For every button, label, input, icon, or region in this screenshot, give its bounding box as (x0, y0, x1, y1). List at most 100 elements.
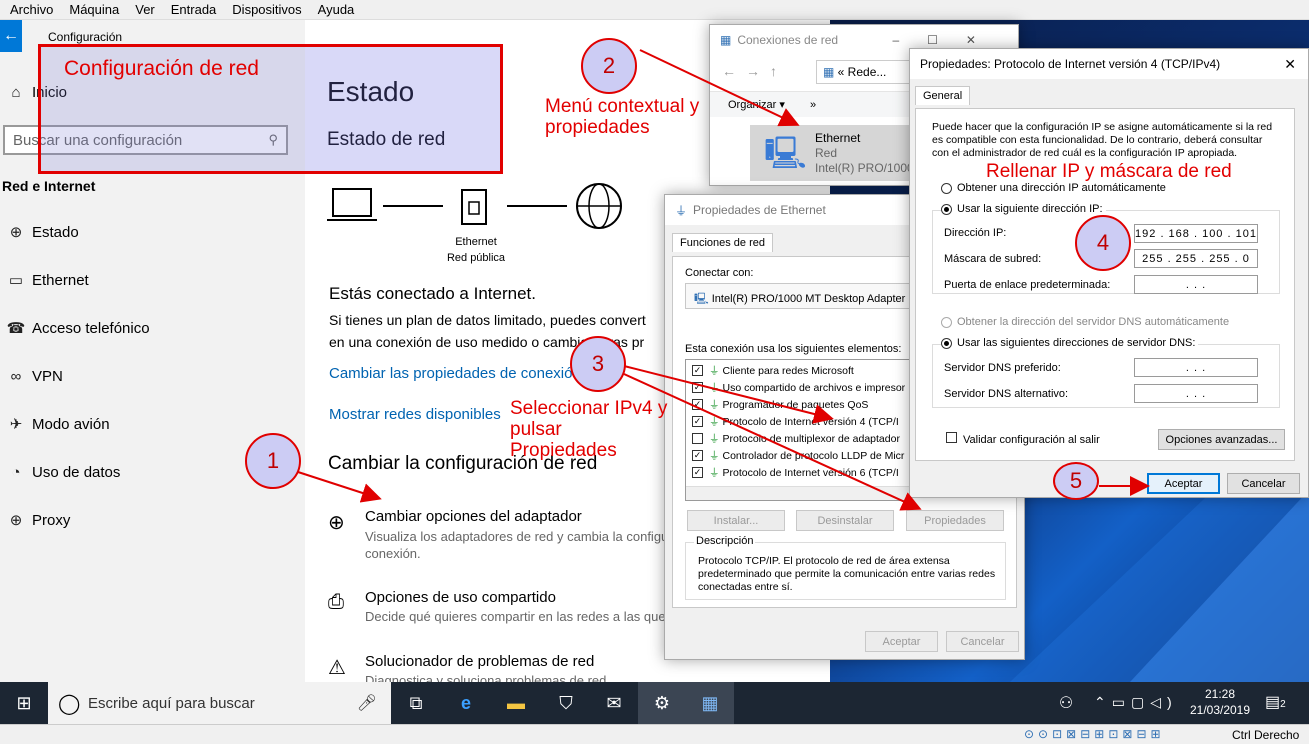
annotation-step5: 5 (1053, 462, 1099, 500)
checkbox-icon[interactable]: ✓ (692, 382, 703, 393)
troubleshoot-icon: ⚠ (328, 657, 346, 679)
close-icon[interactable]: ✕ (1284, 56, 1296, 73)
network-diagram (327, 183, 622, 229)
vm-menu-maquina[interactable]: Máquina (69, 2, 119, 17)
checkbox-icon[interactable]: ✓ (692, 450, 703, 461)
components-list: ✓ ⏚ Cliente para redes Microsoft ✓ ⏚ Uso comp… (685, 359, 911, 501)
annotation-step2: 2 (581, 38, 637, 94)
alternate-dns-field[interactable]: . . . (1134, 384, 1258, 403)
windows-start-icon[interactable]: ⊞ (0, 682, 48, 724)
install-button[interactable]: Instalar... (687, 510, 785, 531)
uninstall-button[interactable]: Desinstalar (796, 510, 894, 531)
adapter-field: 🖳 Intel(R) PRO/1000 MT Desktop Adapter (685, 283, 911, 309)
airplane-icon: ✈ (9, 416, 23, 433)
store-icon[interactable]: ⛉ (542, 682, 590, 724)
cancel-button[interactable]: Cancelar (946, 631, 1019, 652)
task-view-icon[interactable]: ⧉ (392, 682, 440, 724)
nav-acceso-telefonico[interactable]: ☎ Acceso telefónico (0, 308, 300, 348)
vm-menu-entrada[interactable]: Entrada (171, 2, 217, 17)
back-arrow-icon[interactable]: ← (0, 20, 22, 52)
vm-menu-ayuda[interactable]: Ayuda (318, 2, 355, 17)
component-row[interactable]: ✓ ⏚ Protocolo de Internet versión 4 (TCP/I (692, 414, 899, 429)
tray-icons[interactable]: ⌃▭▢◁) (1094, 694, 1178, 711)
horizontal-scrollbar[interactable] (686, 486, 910, 500)
checkbox-icon[interactable] (692, 433, 703, 444)
nav-vpn[interactable]: ∞ VPN (0, 356, 300, 396)
vm-status-icons[interactable]: ⊙⊙⊡⊠⊟⊞⊡⊠⊟⊞ (1024, 727, 1165, 741)
tab-general[interactable]: General (915, 86, 971, 105)
network-folder-icon: ▦ (720, 33, 732, 47)
ok-button[interactable]: Aceptar (1147, 473, 1220, 494)
network-component-icon: ⏚ (709, 382, 720, 394)
component-row[interactable]: ✓ ⏚ Uso compartido de archivos e impresor (692, 380, 905, 395)
adapter-icon: 🖳 (694, 293, 712, 305)
auto-dns-radio[interactable]: Obtener la dirección del servidor DNS au… (941, 316, 1229, 328)
checkbox-icon[interactable]: ✓ (692, 399, 703, 410)
validate-checkbox[interactable]: Validar configuración al salir (946, 432, 1100, 446)
vm-menu-dispositivos[interactable]: Dispositivos (232, 2, 301, 17)
ip-address-field[interactable]: 192 . 168 . 100 . 101 (1134, 224, 1258, 243)
description-text: Protocolo TCP/IP. El protocolo de red de… (698, 555, 996, 593)
component-row[interactable]: ✓ ⏚ Controlador de protocolo LLDP de Micr (692, 448, 904, 463)
organize-button[interactable]: Organizar (728, 99, 776, 111)
component-row[interactable]: ✓ ⏚ Programador de paquetes QoS (692, 397, 868, 412)
battery-icon[interactable]: ▭ (1112, 694, 1131, 710)
people-icon[interactable]: ⚇ (1042, 682, 1090, 724)
notifications-icon[interactable]: ▤2 (1265, 692, 1286, 712)
component-row[interactable]: ✓ ⏚ Protocolo de Internet versión 6 (TCP/I (692, 465, 899, 480)
chevron-up-icon[interactable]: ⌃ (1094, 694, 1112, 710)
connection-status: Red (815, 146, 838, 160)
checkbox-icon[interactable]: ✓ (692, 365, 703, 376)
option-desc: Visualiza los adaptadores de red y cambi… (365, 528, 668, 562)
component-row[interactable]: ✓ ⏚ Cliente para redes Microsoft (692, 363, 854, 378)
checkbox-icon[interactable]: ✓ (692, 467, 703, 478)
manual-ip-radio[interactable]: Usar la siguiente dirección IP: (941, 203, 1106, 215)
microphone-icon[interactable]: 🎤︎ (357, 693, 377, 713)
vm-status-bar: ⊙⊙⊡⊠⊟⊞⊡⊠⊟⊞ Ctrl Derecho (0, 724, 1309, 744)
network-connections-taskbar-icon[interactable]: ▦ (686, 682, 734, 724)
change-connection-properties-link[interactable]: Cambiar las propiedades de conexión (329, 365, 581, 382)
nav-ethernet[interactable]: ▭ Ethernet (0, 260, 300, 300)
connection-adapter: Intel(R) PRO/1000 (815, 161, 914, 175)
mail-icon[interactable]: ✉ (590, 682, 638, 724)
nav-estado[interactable]: ⊕ Estado (0, 212, 300, 252)
tab-funciones-red[interactable]: Funciones de red (672, 233, 773, 252)
properties-button[interactable]: Propiedades (906, 510, 1004, 531)
vm-menu-ver[interactable]: Ver (135, 2, 155, 17)
advanced-button[interactable]: Opciones avanzadas... (1158, 429, 1285, 450)
show-networks-link[interactable]: Mostrar redes disponibles (329, 406, 501, 423)
component-label: Controlador de protocolo LLDP de Micr (722, 449, 905, 462)
nav-label: Estado (32, 223, 79, 241)
ethernet-icon: ▭ (8, 272, 24, 289)
ok-button[interactable]: Aceptar (865, 631, 938, 652)
auto-ip-radio[interactable]: Obtener una dirección IP automáticamente (941, 182, 1166, 194)
nav-proxy[interactable]: ⊕ Proxy (0, 500, 300, 540)
gateway-field[interactable]: . . . (1134, 275, 1258, 294)
gateway-label: Puerta de enlace predeterminada: (944, 279, 1111, 291)
settings-taskbar-icon[interactable]: ⚙ (638, 682, 686, 724)
file-explorer-icon[interactable]: ▬ (492, 682, 540, 724)
manual-dns-radio[interactable]: Usar las siguientes direcciones de servi… (941, 337, 1199, 349)
annotation-step1: 1 (245, 433, 301, 489)
nav-label: Uso de datos (32, 463, 121, 481)
taskbar-search-box[interactable]: ◯ Escribe aquí para buscar 🎤︎ (48, 682, 391, 724)
checkbox-icon[interactable]: ✓ (692, 416, 703, 427)
volume-icon[interactable]: ◁) (1150, 694, 1177, 710)
nav-arrows[interactable]: ←→↑ (722, 63, 787, 79)
vm-menu-archivo[interactable]: Archivo (10, 2, 53, 17)
more-button[interactable]: » (810, 99, 816, 111)
component-row[interactable]: ⏚ Protocolo de multiplexor de adaptador (692, 431, 900, 446)
mask-label: Máscara de subred: (944, 253, 1042, 265)
proxy-icon: ⊕ (9, 512, 23, 529)
subnet-mask-field[interactable]: 255 . 255 . 255 . 0 (1134, 249, 1258, 268)
cancel-button[interactable]: Cancelar (1227, 473, 1300, 494)
option-desc: Diagnostica y soluciona problemas de red (365, 673, 607, 682)
manual-dns-label: Usar las siguientes direcciones de servi… (957, 337, 1196, 349)
edge-icon[interactable]: e (442, 682, 490, 724)
network-component-icon: ⏚ (709, 467, 720, 479)
preferred-dns-field[interactable]: . . . (1134, 358, 1258, 377)
validate-label: Validar configuración al salir (963, 434, 1100, 446)
window-title: Propiedades de Ethernet (693, 203, 826, 217)
network-tray-icon[interactable]: ▢ (1131, 694, 1150, 710)
clock[interactable]: 21:28 21/03/2019 (1185, 686, 1255, 718)
